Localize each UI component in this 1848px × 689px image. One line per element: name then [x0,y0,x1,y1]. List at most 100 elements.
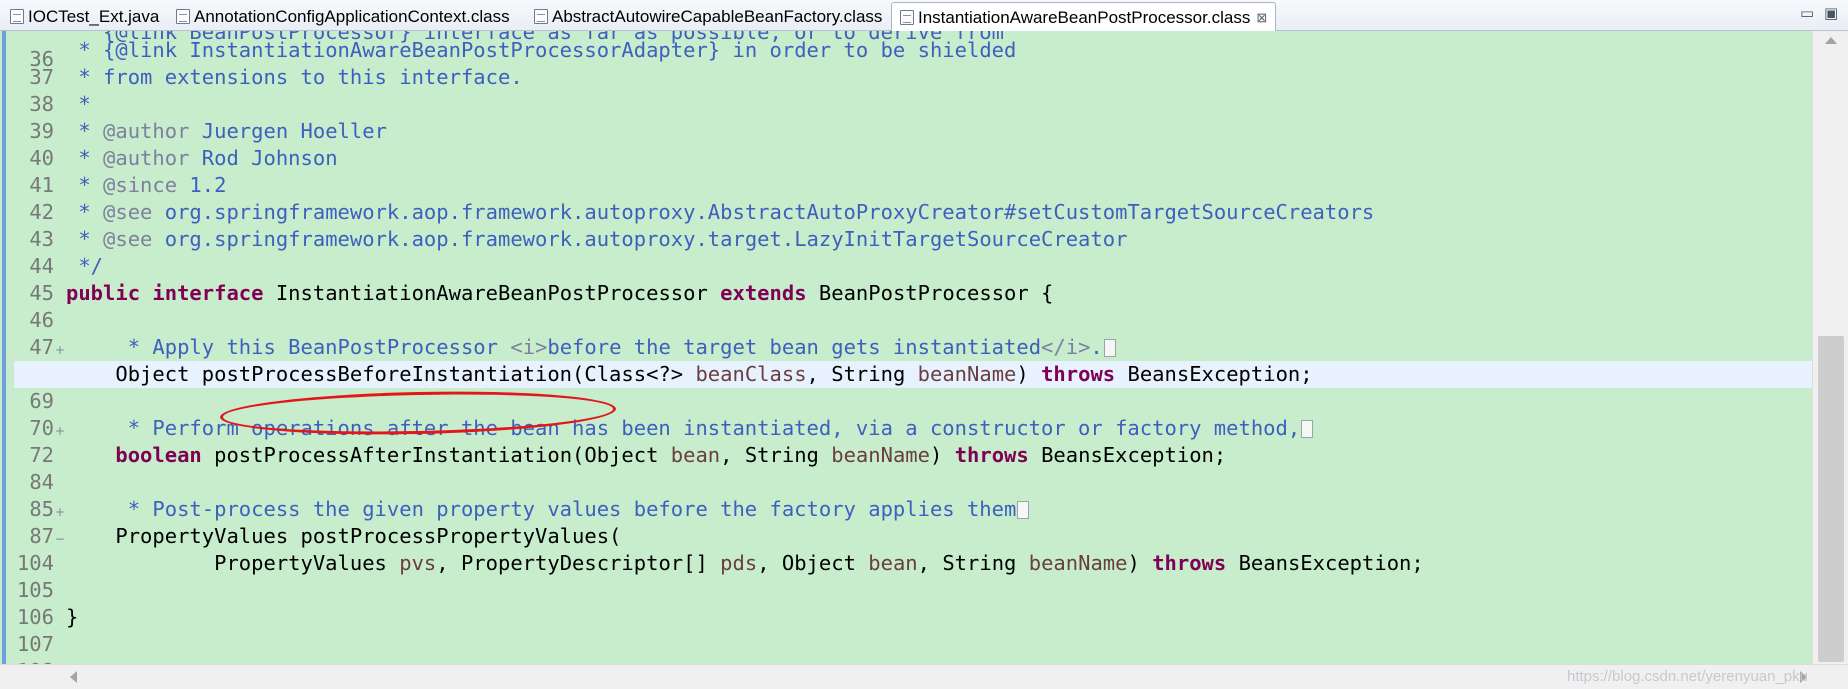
keyword: throws [954,443,1029,467]
code-line: 44 * @see org.springframework.aop.framew… [14,226,1812,278]
editor-text-area[interactable]: 36 {@link BeanPostProcessor} interface a… [14,31,1812,664]
comment-rest: Juergen Hoeller [189,119,387,143]
code-rest: PropertyValues [66,551,400,575]
close-icon[interactable]: ⊠ [1256,11,1267,24]
html-tag: </i> [1041,335,1091,359]
method-declaration: Object postProcessBeforeInstantiation(Cl… [66,361,1312,388]
expand-fold-icon[interactable]: + [55,499,65,526]
javadoc-link: {@link InstantiationAwareBeanPostProcess… [103,38,721,62]
scroll-up-arrow-icon[interactable] [1825,37,1837,44]
comment-prefix: * [66,227,104,251]
code-line: 84 boolean postProcessAfterInstantiation… [14,442,1812,494]
tab-label: AnnotationConfigApplicationContext.class [194,6,510,26]
parameter: beanName [1028,551,1128,575]
interface-declaration: public interface InstantiationAwareBeanP… [66,280,1053,307]
keyword: throws [1152,551,1227,575]
code-rest: (Class<?> [572,362,696,386]
comment-rest: in order to be shielded [720,38,1017,62]
folded-content-icon[interactable] [1103,339,1116,357]
folded-content-icon[interactable] [1301,420,1314,438]
overview-ruler [0,31,14,664]
code-line: 37 * {@link InstantiationAwareBeanPostPr… [14,37,1812,89]
parameter: pvs [399,551,437,575]
class-file-icon [900,10,914,25]
parameter: pds [720,551,758,575]
comment-rest: * Post-process the given property values… [66,497,1017,521]
keyword: throws [1041,362,1116,386]
code-line-current: 69 Object postProcessBeforeInstantiation… [14,361,1812,413]
code-editor[interactable]: 36 {@link BeanPostProcessor} interface a… [0,31,1848,689]
tab-instantiation-aware-bean-post-processor[interactable]: InstantiationAwareBeanPostProcessor.clas… [891,2,1277,32]
parameter: bean [868,551,918,575]
method-name: postProcessBeforeInstantiation [201,362,573,386]
class-file-icon [176,9,190,24]
horizontal-scrollbar[interactable]: https://blog.csdn.net/yerenyuan_pku [0,664,1848,689]
expand-fold-icon[interactable]: + [55,418,65,445]
code-line: 38 * from extensions to this interface. [14,64,1812,116]
collapse-fold-icon[interactable]: − [55,526,65,553]
code-rest: , String [917,551,1029,575]
keyword: boolean [115,443,202,467]
tab-label: InstantiationAwareBeanPostProcessor.clas… [918,7,1251,27]
scrollbar-thumb[interactable] [1818,336,1844,662]
comment-rest: . [1090,335,1103,359]
comment-prefix: * [66,38,104,62]
method-parameters: PropertyValues pvs, PropertyDescriptor[]… [66,550,1424,577]
code-rest: ) [930,443,955,467]
code-rest: , PropertyDescriptor[] [436,551,721,575]
code-rest: postProcessAfterInstantiation(Object [201,443,671,467]
comment-rest: org.springframework.aop.framework.autopr… [152,200,1375,224]
expand-fold-icon[interactable]: + [55,337,65,364]
keyword: interface [152,281,264,305]
comment-rest: Rod Johnson [189,146,338,170]
tab-label: AbstractAutowireCapableBeanFactory.class [552,6,883,26]
scroll-left-arrow-icon[interactable] [70,671,77,683]
comment-text: * @since 1.2 [66,172,226,199]
tab-abstract-autowire-capable-bean-factory[interactable]: AbstractAutowireCapableBeanFactory.class [526,2,890,31]
code-line: 108 [14,631,1812,664]
code-line: 43 * @see org.springframework.aop.framew… [14,199,1812,251]
comment-rest: 1.2 [177,173,227,197]
parameter: beanClass [695,362,807,386]
keyword: public [66,281,141,305]
comment-text: * @author Juergen Hoeller [66,118,387,145]
comment-prefix: * Apply this BeanPostProcessor [66,335,511,359]
maximize-icon[interactable]: ▣ [1824,6,1838,21]
code-rest: BeansException; [1226,551,1424,575]
comment-prefix: * [66,173,104,197]
parameter: beanName [917,362,1017,386]
code-line: 39 * [14,91,1812,143]
javadoc-tag: @author [103,146,190,170]
class-file-icon [534,9,548,24]
code-line: 104 − PropertyValues postProcessProperty… [14,523,1812,575]
comment-prefix: * [66,146,104,170]
code-line-folded: 49 + * Apply this BeanPostProcessor <i>b… [14,334,1812,386]
interface-name: InstantiationAwareBeanPostProcessor [263,281,721,305]
code-line: 42 * @since 1.2 [14,172,1812,224]
method-declaration: boolean postProcessAfterInstantiation(Ob… [66,442,1226,469]
code-line: 47 [14,307,1812,359]
javadoc-tag: @author [103,119,190,143]
tab-label: IOCTest_Ext.java [28,6,160,26]
code-line: 46 public interface InstantiationAwareBe… [14,280,1812,332]
method-declaration: PropertyValues postProcessPropertyValues… [66,524,622,548]
closing-brace: } [66,605,79,629]
minimize-icon[interactable]: ▭ [1800,6,1814,21]
code-rest: ) [1016,362,1042,386]
comment-prefix: * [66,119,104,143]
javadoc-tag: @since [103,173,178,197]
folded-content-icon[interactable] [1017,501,1030,519]
code-rest: , Object [757,551,869,575]
code-rest: ) [1127,551,1153,575]
tab-ioctest-ext[interactable]: IOCTest_Ext.java [2,2,167,31]
code-line: 105 PropertyValues pvs, PropertyDescript… [14,550,1812,602]
vertical-scrollbar[interactable] [1812,31,1848,664]
code-line: 45 */ [14,253,1812,305]
comment-text: * @see org.springframework.aop.framework… [66,199,1374,226]
code-line: 106 [14,577,1812,629]
tab-annotation-config-application-context[interactable]: AnnotationConfigApplicationContext.class [168,2,518,31]
comment-rest: before the target bean gets instantiated [547,335,1042,359]
comment-text: * @see org.springframework.aop.framework… [66,226,1127,253]
comment-text: * Apply this BeanPostProcessor <i>before… [66,334,1116,361]
